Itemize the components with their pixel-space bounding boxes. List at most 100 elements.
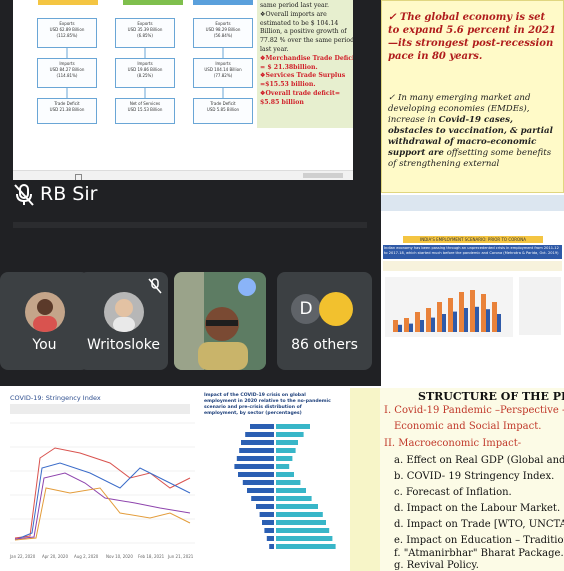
avatar [319, 292, 353, 326]
bar [238, 472, 274, 477]
mic-off-icon [13, 183, 35, 211]
slide-text-block [383, 261, 562, 271]
shared-screen: Exports USD 62.89 Billion (112.85%) Impo… [13, 0, 353, 180]
participant-tile-you[interactable]: You [0, 272, 89, 370]
bar [250, 424, 274, 429]
slide-header-strip [381, 195, 564, 211]
slide-title: COVID-19: Stringency Index [10, 394, 101, 402]
x-tick: Feb 18, 2021 [138, 554, 165, 559]
x-tick: Apr 20, 2020 [42, 554, 69, 559]
bar [431, 317, 435, 332]
check-icon: ✓ [388, 93, 398, 103]
participant-label: Writosloke [87, 337, 160, 353]
stringency-line-chart [10, 422, 195, 544]
bar [415, 312, 420, 332]
bar [276, 480, 301, 485]
bar [276, 464, 290, 469]
structure-item: g. Revival Policy. [394, 560, 479, 571]
taskbar [13, 170, 353, 180]
bar [497, 314, 501, 332]
bar [453, 311, 457, 332]
bar [245, 432, 274, 437]
bullet-text: The global economy is set to expand 5.6 … [388, 12, 557, 62]
bar [448, 298, 453, 332]
bar [276, 440, 298, 445]
mic-off-icon [148, 278, 162, 297]
bar [470, 290, 475, 332]
bar [459, 292, 464, 332]
participant-tile-others[interactable]: D 86 others [277, 272, 372, 370]
bar [420, 320, 424, 332]
notes-line: ❖Services Trade Surplus =$15.53 billion. [260, 72, 346, 89]
bar [247, 488, 274, 493]
bar [398, 324, 402, 332]
employment-bar-chart [385, 277, 513, 337]
divider [13, 222, 367, 228]
slide-description [10, 404, 190, 414]
x-tick: Jan 22, 2020 [10, 554, 36, 559]
meet-window: Exports USD 62.89 Billion (112.85%) Impo… [0, 0, 381, 386]
bar [481, 294, 486, 332]
slide-title: Impact of the COVID-19 crisis on global … [204, 393, 331, 416]
bar [442, 314, 446, 332]
bar [262, 520, 274, 525]
bar [276, 536, 333, 541]
bar [276, 488, 306, 493]
bar [276, 456, 293, 461]
structure-item: Economic and Social Impact. [394, 421, 542, 432]
slide-employment: INDIA'S EMPLOYMENT SCENARIO: PRIOR TO CO… [381, 195, 564, 385]
bar [486, 309, 490, 332]
bar [234, 464, 274, 469]
notes-line: ❖Overall imports are estimated to be $ 1… [260, 10, 353, 53]
bar [276, 472, 294, 477]
structure-item: I. Covid-19 Pandemic –Perspective - I [384, 405, 564, 416]
slide-notes: same period last year. ❖Overall imports … [257, 0, 353, 128]
slide-side-bullets [350, 388, 380, 571]
bar [259, 512, 274, 517]
bar [426, 308, 431, 332]
participant-label: 86 others [291, 337, 358, 353]
bar [276, 520, 326, 525]
slide-sector-employment: Impact of the COVID-19 crisis on global … [200, 388, 380, 571]
x-tick: Jun 21, 2021 [168, 554, 194, 559]
avatar-letter: D [291, 294, 321, 324]
check-icon: ✓ [388, 12, 400, 23]
avatar [104, 292, 144, 332]
structure-item: c. Forecast of Inflation. [394, 487, 512, 498]
x-tick: Aug 2, 2020 [74, 554, 99, 559]
bar [266, 536, 274, 541]
structure-item: d. Impact on the Labour Market. [ILO [394, 503, 564, 514]
window-icon [75, 174, 82, 180]
bar [239, 448, 274, 453]
bar [437, 302, 442, 332]
bar [492, 302, 497, 332]
bar [276, 448, 296, 453]
bar [251, 496, 274, 501]
bar [393, 320, 398, 332]
slide-covid-stringency: COVID-19: Stringency Index Jan 22, 2020 … [0, 388, 200, 571]
bar [404, 318, 409, 332]
bullet-secondary: ✓ In many emerging market and developing… [388, 93, 558, 170]
bar [236, 456, 274, 461]
structure-item: d. Impact on Trade [WTO, UNCTAD, Mini [394, 519, 564, 530]
participant-tile-writosloke[interactable]: Writosloke [79, 272, 168, 370]
bar [276, 496, 312, 501]
bar [242, 480, 274, 485]
bar [269, 544, 274, 549]
bar [276, 544, 336, 549]
tray-icons [303, 173, 343, 178]
bar [475, 306, 479, 332]
slide-side-text [519, 277, 561, 335]
slide-global-economy: ✓ The global economy is set to expand 5.… [381, 0, 564, 193]
structure-item: f. "Atmanirbhar" Bharat Package. [394, 548, 564, 559]
notes-line: same period last year. [260, 2, 329, 9]
participant-tile-video[interactable] [174, 272, 266, 370]
bar [464, 308, 468, 332]
x-axis: Jan 22, 2020 Apr 20, 2020 Aug 2, 2020 No… [10, 554, 195, 562]
notes-line: ❖Overall trade deficit= $5.85 billion [260, 89, 341, 106]
bar [276, 424, 310, 429]
bar [276, 512, 323, 517]
bar [256, 504, 274, 509]
bar [276, 528, 330, 533]
sector-bar-chart [234, 424, 336, 549]
